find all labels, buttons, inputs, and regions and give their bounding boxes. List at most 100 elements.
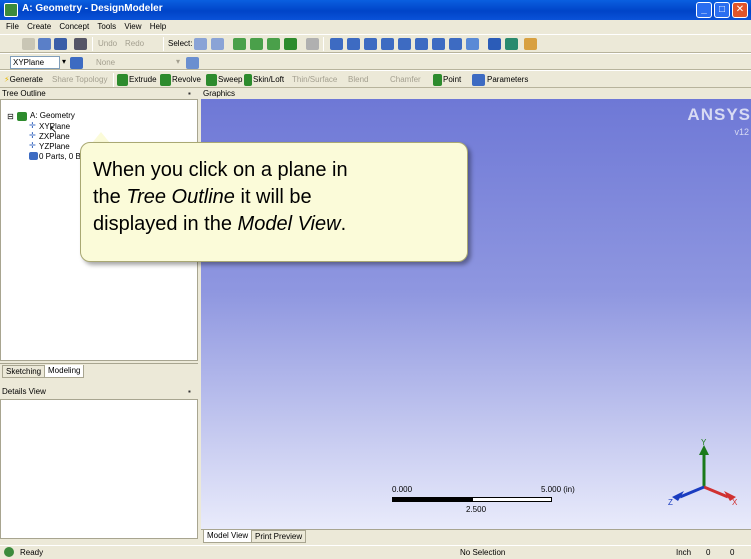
new-icon[interactable] <box>22 38 35 50</box>
tab-print-preview[interactable]: Print Preview <box>251 530 307 543</box>
redo-button[interactable]: Redo <box>125 39 144 49</box>
zoom-icon[interactable] <box>364 38 377 50</box>
look-at-icon[interactable] <box>488 38 501 50</box>
minimize-button[interactable]: _ <box>696 2 712 18</box>
select-faces-icon[interactable] <box>267 38 280 50</box>
callout-line-2-prefix: the <box>93 186 127 208</box>
export-icon[interactable] <box>74 38 87 50</box>
callout-line-2: the Tree Outline it will be <box>93 184 348 211</box>
parts-icon <box>29 152 38 160</box>
main-toolbar: Undo Redo Select: <box>0 34 751 53</box>
new-plane-icon[interactable] <box>70 57 83 69</box>
scale-left-label: 0.000 <box>392 485 413 494</box>
rotate-icon[interactable] <box>330 38 343 50</box>
revolve-button[interactable]: Revolve <box>172 75 201 85</box>
tree-root[interactable]: A: Geometry <box>30 111 75 121</box>
select-mode-icon[interactable] <box>194 38 207 50</box>
select-edges-icon[interactable] <box>250 38 263 50</box>
tree-outline-title: Tree Outline <box>2 89 46 98</box>
pin-icon[interactable]: ▪ <box>188 386 191 397</box>
new-sketch-icon[interactable] <box>186 57 199 69</box>
scale-mid-label: 2.500 <box>466 505 487 514</box>
units-status: Inch <box>676 548 692 557</box>
pin-icon[interactable]: ▪ <box>188 88 191 99</box>
thin-surface-button[interactable]: Thin/Surface <box>292 75 337 85</box>
features-toolbar: ⚡Generate Share Topology Extrude Revolve… <box>0 70 751 88</box>
callout-line-3: displayed in the Model View. <box>93 211 348 238</box>
scale-bar-white <box>472 497 552 502</box>
named-selection-icon[interactable] <box>524 38 537 50</box>
extrude-button[interactable]: Extrude <box>129 75 157 85</box>
maximize-button[interactable]: □ <box>714 2 730 18</box>
status-value-2: 0 <box>730 548 735 557</box>
menu-tools[interactable]: Tools <box>97 20 116 34</box>
tree-item-yzplane[interactable]: YZPlane <box>39 142 70 152</box>
callout-box: When you click on a plane in the Tree Ou… <box>80 142 468 262</box>
display-model-icon[interactable] <box>505 38 518 50</box>
scale-bar-black <box>392 497 472 502</box>
tab-modeling[interactable]: Modeling <box>44 365 85 378</box>
select-label: Select: <box>168 39 193 48</box>
status-value-1: 0 <box>706 548 711 557</box>
sweep-button[interactable]: Sweep <box>218 75 242 85</box>
sweep-icon <box>206 74 217 86</box>
callout-model-view: Model View <box>237 213 341 235</box>
y-axis-label: Y <box>701 439 707 447</box>
ansys-version: v12 <box>734 127 749 137</box>
sketch-chevron-icon[interactable]: ▾ <box>176 57 180 67</box>
menu-create[interactable]: Create <box>27 20 51 34</box>
generate-button[interactable]: ⚡Generate <box>4 75 43 85</box>
chevron-down-icon[interactable]: ▾ <box>62 57 66 67</box>
next-view-icon[interactable] <box>449 38 462 50</box>
previous-view-icon[interactable] <box>432 38 445 50</box>
menu-bar: File Create Concept Tools View Help <box>0 20 751 34</box>
close-button[interactable]: ✕ <box>732 2 748 18</box>
menu-help[interactable]: Help <box>150 20 166 34</box>
select-points-icon[interactable] <box>233 38 246 50</box>
app-icon <box>4 3 18 17</box>
magnifier-icon[interactable] <box>415 38 428 50</box>
select-bodies-icon[interactable] <box>284 38 297 50</box>
plane-icon: ✛ <box>29 121 36 130</box>
open-icon[interactable] <box>38 38 51 50</box>
point-button[interactable]: Point <box>443 75 461 85</box>
menu-view[interactable]: View <box>124 20 141 34</box>
ansys-logo: ANSYS <box>687 105 751 124</box>
mouse-cursor-icon: ↖ <box>49 125 58 136</box>
z-axis-label: Z <box>668 498 673 507</box>
box-zoom-icon[interactable] <box>381 38 394 50</box>
blend-button[interactable]: Blend <box>348 75 368 85</box>
extend-icon[interactable] <box>306 38 319 50</box>
callout-line-3-prefix: displayed in the <box>93 213 238 235</box>
skinloft-icon <box>244 74 252 86</box>
save-icon[interactable] <box>54 38 67 50</box>
window-title: A: Geometry - DesignModeler <box>22 3 163 14</box>
title-bar: A: Geometry - DesignModeler _ □ ✕ <box>0 0 751 20</box>
details-view-header: Details View ▪ <box>0 386 198 397</box>
zoom-fit-icon[interactable] <box>398 38 411 50</box>
menu-concept[interactable]: Concept <box>59 20 89 34</box>
geometry-icon <box>17 112 27 121</box>
sketch-dropdown[interactable]: None <box>96 58 115 68</box>
parameters-button[interactable]: Parameters <box>487 75 528 85</box>
menu-file[interactable]: File <box>6 20 19 34</box>
plane-dropdown[interactable]: XYPlane <box>10 56 60 69</box>
graphics-header: Graphics <box>201 88 751 99</box>
chamfer-button[interactable]: Chamfer <box>390 75 421 85</box>
share-topology-button[interactable]: Share Topology <box>52 75 107 85</box>
isometric-icon[interactable] <box>466 38 479 50</box>
collapse-icon[interactable]: ⊟ <box>7 112 14 122</box>
skinloft-button[interactable]: Skin/Loft <box>253 75 284 85</box>
status-text: Ready <box>20 548 44 557</box>
x-axis-label: X <box>732 498 738 507</box>
graphics-title: Graphics <box>203 89 236 98</box>
undo-button[interactable]: Undo <box>98 39 117 49</box>
select-type-icon[interactable] <box>211 38 224 50</box>
tab-sketching[interactable]: Sketching <box>2 365 46 378</box>
plane-toolbar: XYPlane ▾ None ▾ <box>0 53 751 70</box>
callout-line-1: When you click on a plane in <box>93 159 348 181</box>
tab-model-view[interactable]: Model View <box>203 530 253 543</box>
callout-line-3-suffix: . <box>340 213 347 235</box>
status-ready-icon <box>4 547 14 557</box>
pan-icon[interactable] <box>347 38 360 50</box>
